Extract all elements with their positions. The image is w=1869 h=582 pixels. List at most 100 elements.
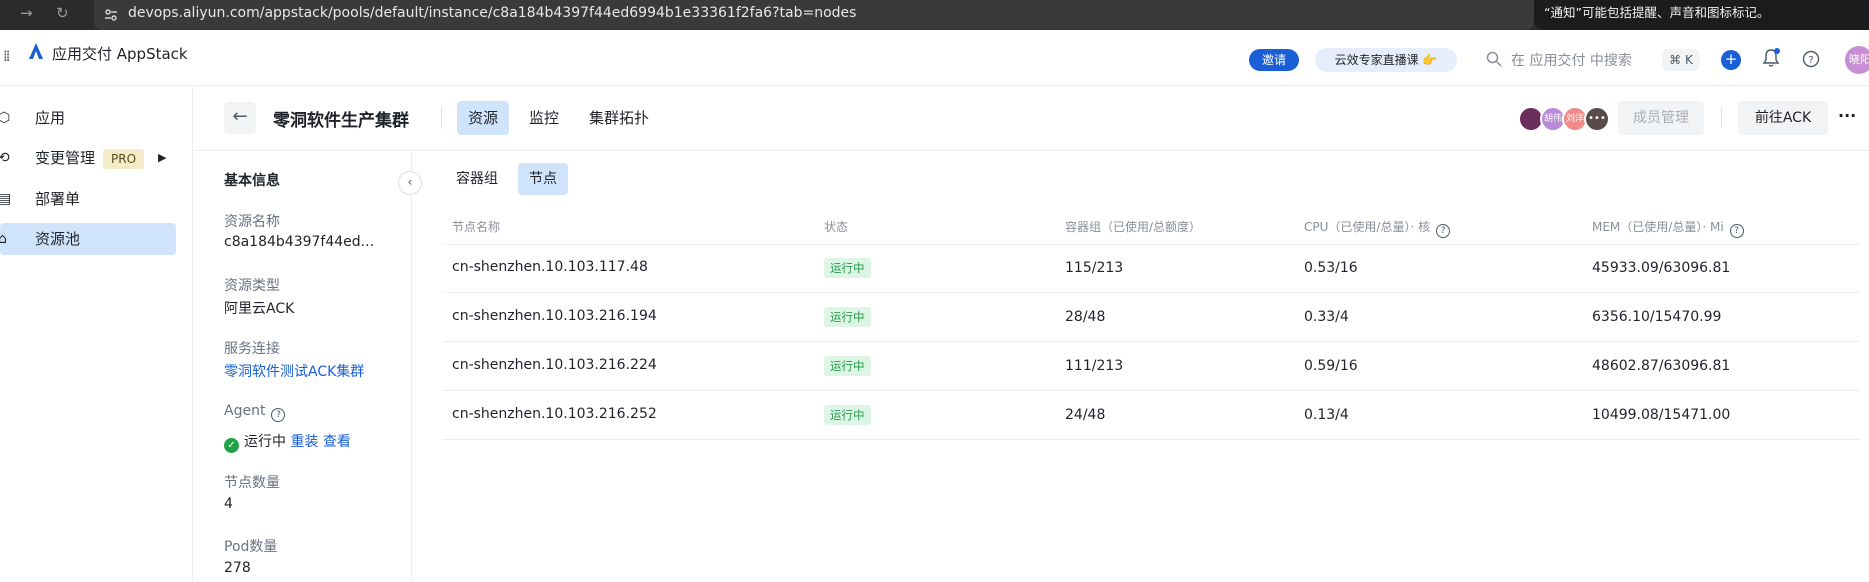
search-input[interactable]: 在 应用交付 中搜索 bbox=[1511, 50, 1632, 70]
member-manage-button[interactable]: 成员管理 bbox=[1618, 101, 1704, 135]
notification-text: “通知”可能包括提醒、声音和图标标记。 bbox=[1544, 5, 1770, 20]
agent-status-text: 运行中 bbox=[244, 434, 286, 450]
info-heading: 基本信息 bbox=[224, 173, 280, 189]
document-icon: ▤ bbox=[0, 191, 12, 207]
column-header-pods: 容器组（已使用/总额度） bbox=[1065, 220, 1202, 234]
sidebar-item-resource-pool[interactable]: ⌂ 资源池 bbox=[0, 223, 176, 255]
invite-button[interactable]: 邀请 bbox=[1249, 49, 1299, 71]
pods-cell: 28/48 bbox=[1065, 309, 1106, 325]
arrow-left-icon: ← bbox=[232, 106, 248, 127]
page-title: 零洞软件生产集群 bbox=[273, 111, 409, 131]
status-badge: 运行中 bbox=[824, 356, 871, 376]
node-name-cell[interactable]: cn-shenzhen.10.103.216.194 bbox=[452, 308, 657, 324]
help-icon[interactable]: ? bbox=[1729, 224, 1744, 238]
app-title[interactable]: 应用交付 AppStack bbox=[52, 43, 188, 64]
node-name-cell[interactable]: cn-shenzhen.10.103.216.224 bbox=[452, 357, 657, 373]
subtab-pods[interactable]: 容器组 bbox=[445, 163, 509, 195]
node-name-cell[interactable]: cn-shenzhen.10.103.216.252 bbox=[452, 406, 657, 422]
tab-monitoring[interactable]: 监控 bbox=[518, 101, 570, 135]
table-divider bbox=[443, 292, 1860, 293]
forward-icon[interactable]: → bbox=[20, 4, 33, 22]
cube-icon: ⬡ bbox=[0, 110, 11, 126]
site-settings-icon[interactable] bbox=[104, 8, 118, 22]
help-icon[interactable]: ? bbox=[1436, 224, 1451, 238]
column-header-status: 状态 bbox=[824, 220, 849, 234]
user-avatar[interactable]: 晓阳 bbox=[1845, 46, 1869, 74]
node-name-cell[interactable]: cn-shenzhen.10.103.117.48 bbox=[452, 259, 648, 275]
reload-icon[interactable]: ↻ bbox=[56, 4, 69, 22]
goto-ack-button[interactable]: 前往ACK bbox=[1738, 101, 1828, 135]
svg-text:?: ? bbox=[1808, 55, 1813, 66]
appstack-logo-icon bbox=[29, 43, 43, 59]
column-header-cpu-text: CPU（已使用/总量）· 核 bbox=[1304, 220, 1431, 234]
service-connection-link[interactable]: 零洞软件测试ACK集群 bbox=[224, 361, 364, 381]
back-button[interactable]: ← bbox=[224, 102, 256, 134]
subtab-nodes[interactable]: 节点 bbox=[518, 163, 568, 195]
create-button[interactable]: + bbox=[1721, 50, 1741, 70]
mem-cell: 45933.09/63096.81 bbox=[1592, 260, 1731, 276]
sidebar: ⬡ 应用 ⟲ 变更管理 PRO ▶ ▤ 部署单 ⌂ 资源池 bbox=[0, 87, 193, 582]
chevron-left-icon: ‹ bbox=[407, 175, 413, 189]
column-header-node-name: 节点名称 bbox=[452, 220, 501, 234]
cpu-cell: 0.59/16 bbox=[1304, 358, 1358, 374]
pods-cell: 24/48 bbox=[1065, 407, 1106, 423]
cpu-cell: 0.33/4 bbox=[1304, 309, 1349, 325]
status-badge: 运行中 bbox=[824, 307, 871, 327]
sidebar-item-change-management[interactable]: ⟲ 变更管理 PRO ▶ bbox=[0, 142, 176, 174]
table-divider bbox=[443, 439, 1860, 440]
resource-name-value: c8a184b4397f44ed... bbox=[224, 234, 375, 250]
tab-cluster-topology[interactable]: 集群拓扑 bbox=[578, 101, 660, 135]
check-circle-icon: ✓ bbox=[224, 438, 239, 453]
more-members-avatar[interactable]: ••• bbox=[1584, 106, 1610, 132]
collapse-panel-button[interactable]: ‹ bbox=[398, 171, 422, 195]
cpu-cell: 0.13/4 bbox=[1304, 407, 1349, 423]
agent-status: ✓ 运行中 重装 查看 bbox=[224, 431, 351, 453]
divider bbox=[441, 107, 442, 129]
bell-icon[interactable] bbox=[1762, 48, 1780, 68]
status-badge: 运行中 bbox=[824, 405, 871, 425]
agent-label-text: Agent bbox=[224, 403, 266, 419]
pods-cell: 111/213 bbox=[1065, 358, 1124, 374]
tab-resources[interactable]: 资源 bbox=[457, 101, 510, 135]
cpu-cell: 0.53/16 bbox=[1304, 260, 1358, 276]
caret-right-icon[interactable]: ▶ bbox=[158, 142, 166, 174]
pod-count-label: Pod数量 bbox=[224, 539, 278, 555]
resource-type-label: 资源类型 bbox=[224, 278, 280, 294]
divider bbox=[1721, 108, 1722, 128]
live-course-button[interactable]: 云效专家直播课 👉 bbox=[1315, 48, 1457, 72]
sidebar-item-label: 资源池 bbox=[35, 230, 81, 248]
agent-reinstall-link[interactable]: 重装 bbox=[290, 434, 318, 450]
sidebar-item-label: 部署单 bbox=[35, 190, 81, 208]
sidebar-item-apps[interactable]: ⬡ 应用 bbox=[0, 102, 176, 134]
mem-cell: 6356.10/15470.99 bbox=[1592, 309, 1722, 325]
table-divider bbox=[443, 341, 1860, 342]
url-text[interactable]: devops.aliyun.com/appstack/pools/default… bbox=[128, 5, 856, 21]
resource-name-label: 资源名称 bbox=[224, 214, 280, 230]
node-count-label: 节点数量 bbox=[224, 475, 280, 491]
column-header-mem-text: MEM（已使用/总量）· Mi bbox=[1592, 220, 1724, 234]
table-divider bbox=[443, 244, 1860, 245]
mem-cell: 48602.87/63096.81 bbox=[1592, 358, 1731, 374]
more-icon[interactable]: ··· bbox=[1838, 106, 1856, 125]
resource-type-value: 阿里云ACK bbox=[224, 301, 295, 317]
pod-count-value: 278 bbox=[224, 560, 251, 576]
node-count-value: 4 bbox=[224, 496, 233, 512]
sidebar-item-deploy-orders[interactable]: ▤ 部署单 bbox=[0, 183, 176, 215]
sidebar-item-label: 应用 bbox=[35, 109, 66, 127]
apps-grid-icon[interactable]: ⁞⁞ bbox=[3, 47, 10, 65]
agent-label: Agent? bbox=[224, 403, 286, 422]
agent-view-link[interactable]: 查看 bbox=[323, 434, 351, 450]
help-icon[interactable]: ? bbox=[1802, 50, 1820, 68]
mem-cell: 10499.08/15471.00 bbox=[1592, 407, 1731, 423]
pro-badge: PRO bbox=[103, 149, 145, 169]
table-divider bbox=[443, 390, 1860, 391]
column-header-cpu: CPU（已使用/总量）· 核? bbox=[1304, 218, 1451, 238]
search-icon[interactable] bbox=[1486, 51, 1502, 67]
change-icon: ⟲ bbox=[0, 150, 10, 166]
column-header-mem: MEM（已使用/总量）· Mi? bbox=[1592, 218, 1744, 238]
search-shortcut-badge: ⌘ K bbox=[1662, 49, 1700, 71]
help-icon[interactable]: ? bbox=[271, 408, 286, 422]
sidebar-item-label: 变更管理 bbox=[35, 149, 96, 167]
service-connection-label: 服务连接 bbox=[224, 341, 280, 357]
pods-cell: 115/213 bbox=[1065, 260, 1124, 276]
